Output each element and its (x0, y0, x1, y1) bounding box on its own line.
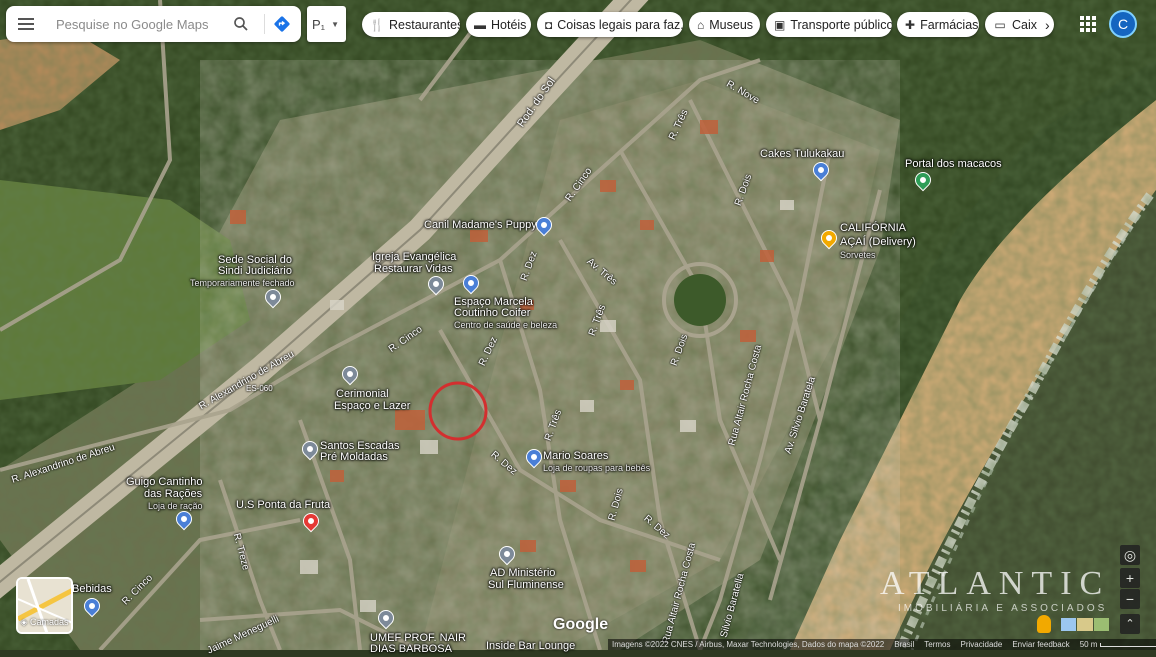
place-label[interactable]: Pré Moldadas (320, 451, 388, 463)
place-label[interactable]: Bebidas (72, 583, 112, 595)
search-input[interactable] (54, 15, 218, 33)
place-label[interactable]: CALIFÓRNIA (840, 222, 906, 234)
layers-icon: ◈ (20, 617, 28, 627)
watermark-tagline: IMOBILIÁRIA E ASSOCIADOS (898, 603, 1108, 614)
transit-toggle[interactable]: P₁ ▼ (307, 6, 346, 42)
train-icon: ▣ (774, 17, 786, 32)
transit-toggle-label: P₁ (312, 16, 326, 32)
terms-link[interactable]: Termos (924, 639, 950, 650)
place-label[interactable]: Restaurar Vidas (374, 263, 453, 275)
my-location-button[interactable]: ◎ (1120, 545, 1140, 565)
place-sublabel: Loja de roupas para bebês (543, 463, 651, 473)
chip-museums[interactable]: ⌂ Museus (689, 12, 760, 37)
expand-icon[interactable]: ⌃ (1120, 614, 1140, 634)
privacy-link[interactable]: Privacidade (961, 639, 1003, 650)
menu-icon[interactable] (6, 6, 46, 42)
place-label[interactable]: Sindi Judiciário (218, 265, 292, 277)
pharmacy-icon: ✚ (905, 17, 916, 32)
place-label[interactable]: Mario Soares (543, 450, 608, 462)
bed-icon: ▬ (474, 17, 486, 32)
chip-label: Farmácias (920, 17, 979, 32)
chevron-down-icon: ▼ (331, 19, 339, 29)
place-label[interactable]: AD Ministério (490, 567, 555, 579)
directions-icon[interactable] (272, 14, 292, 34)
chip-label: Caix (1012, 17, 1038, 32)
chip-label: Museus (709, 17, 754, 32)
zoom-out-button[interactable]: − (1120, 589, 1140, 609)
chip-label: Restaurantes (389, 17, 460, 32)
camera-icon: ◘ (545, 17, 553, 32)
place-label[interactable]: Sul Fluminense (488, 579, 564, 591)
layers-label: ◈ Camadas (20, 617, 69, 627)
place-sublabel: Temporariamente fechado (190, 278, 295, 288)
place-label[interactable]: Igreja Evangélica (372, 251, 456, 263)
search-icon[interactable] (232, 15, 250, 33)
chevron-right-icon[interactable]: › (1045, 17, 1050, 33)
pegman-icon[interactable] (1037, 615, 1051, 633)
place-label[interactable]: Portal dos macacos (905, 158, 1002, 170)
layers-button[interactable]: ◈ Camadas (16, 577, 73, 634)
place-label[interactable]: das Rações (144, 488, 202, 500)
account-avatar[interactable]: C (1109, 10, 1137, 38)
place-label[interactable]: Canil Madame's Puppy (424, 219, 537, 231)
place-label[interactable]: Inside Bar Lounge (486, 640, 575, 652)
chip-restaurants[interactable]: 🍴 Restaurantes (362, 12, 460, 37)
place-label[interactable]: Espaço e Lazer (334, 400, 410, 412)
place-label[interactable]: Guigo Cantinho (126, 476, 202, 488)
country-link[interactable]: Brasil (894, 639, 914, 650)
chip-things-to-do[interactable]: ◘ Coisas legais para faz... (537, 12, 683, 37)
chip-atm[interactable]: ▭ Caix › (985, 12, 1054, 37)
road-label: ES-060 (246, 384, 273, 393)
chip-label: Hotéis (491, 17, 527, 32)
place-label[interactable]: AÇAÍ (Delivery) (840, 236, 916, 248)
imagery-credit: Imagens ©2022 CNES / Airbus, Maxar Techn… (612, 640, 885, 649)
place-sublabel: Loja de ração (148, 501, 203, 511)
fork-knife-icon: 🍴 (369, 17, 385, 32)
place-sublabel: Sorvetes (840, 250, 876, 260)
zoom-in-button[interactable]: + (1120, 568, 1140, 588)
feedback-link[interactable]: Enviar feedback (1012, 639, 1069, 650)
place-label[interactable]: Cakes Tulukakau (760, 148, 844, 160)
search-box (6, 6, 301, 42)
google-logo: Google (553, 616, 609, 633)
museum-icon: ⌂ (697, 17, 705, 32)
chip-transit[interactable]: ▣ Transporte público (766, 12, 892, 37)
chip-label: Transporte público (790, 17, 892, 32)
chip-pharmacies[interactable]: ✚ Farmácias (897, 12, 979, 37)
attribution-bar: Imagens ©2022 CNES / Airbus, Maxar Techn… (608, 639, 1156, 650)
place-label[interactable]: Coutinho Coifer (454, 307, 530, 319)
place-sublabel: Centro de saúde e beleza (454, 320, 558, 330)
watermark-brand: ATLANTIC (880, 565, 1111, 602)
apps-grid-icon[interactable] (1080, 16, 1096, 32)
imagery-thumbnails[interactable] (1061, 618, 1109, 631)
satellite-map[interactable] (0, 0, 1156, 650)
place-label[interactable]: Cerimonial (336, 388, 389, 400)
chip-hotels[interactable]: ▬ Hotéis (466, 12, 531, 37)
place-label[interactable]: U.S Ponta da Fruta (236, 499, 330, 511)
chip-label: Coisas legais para faz... (557, 17, 683, 32)
scale-bar[interactable]: 50 m (1080, 639, 1156, 650)
place-label[interactable]: DIAS BARBOSA (370, 643, 452, 655)
search-divider (264, 14, 265, 34)
atm-icon: ▭ (994, 17, 1006, 32)
